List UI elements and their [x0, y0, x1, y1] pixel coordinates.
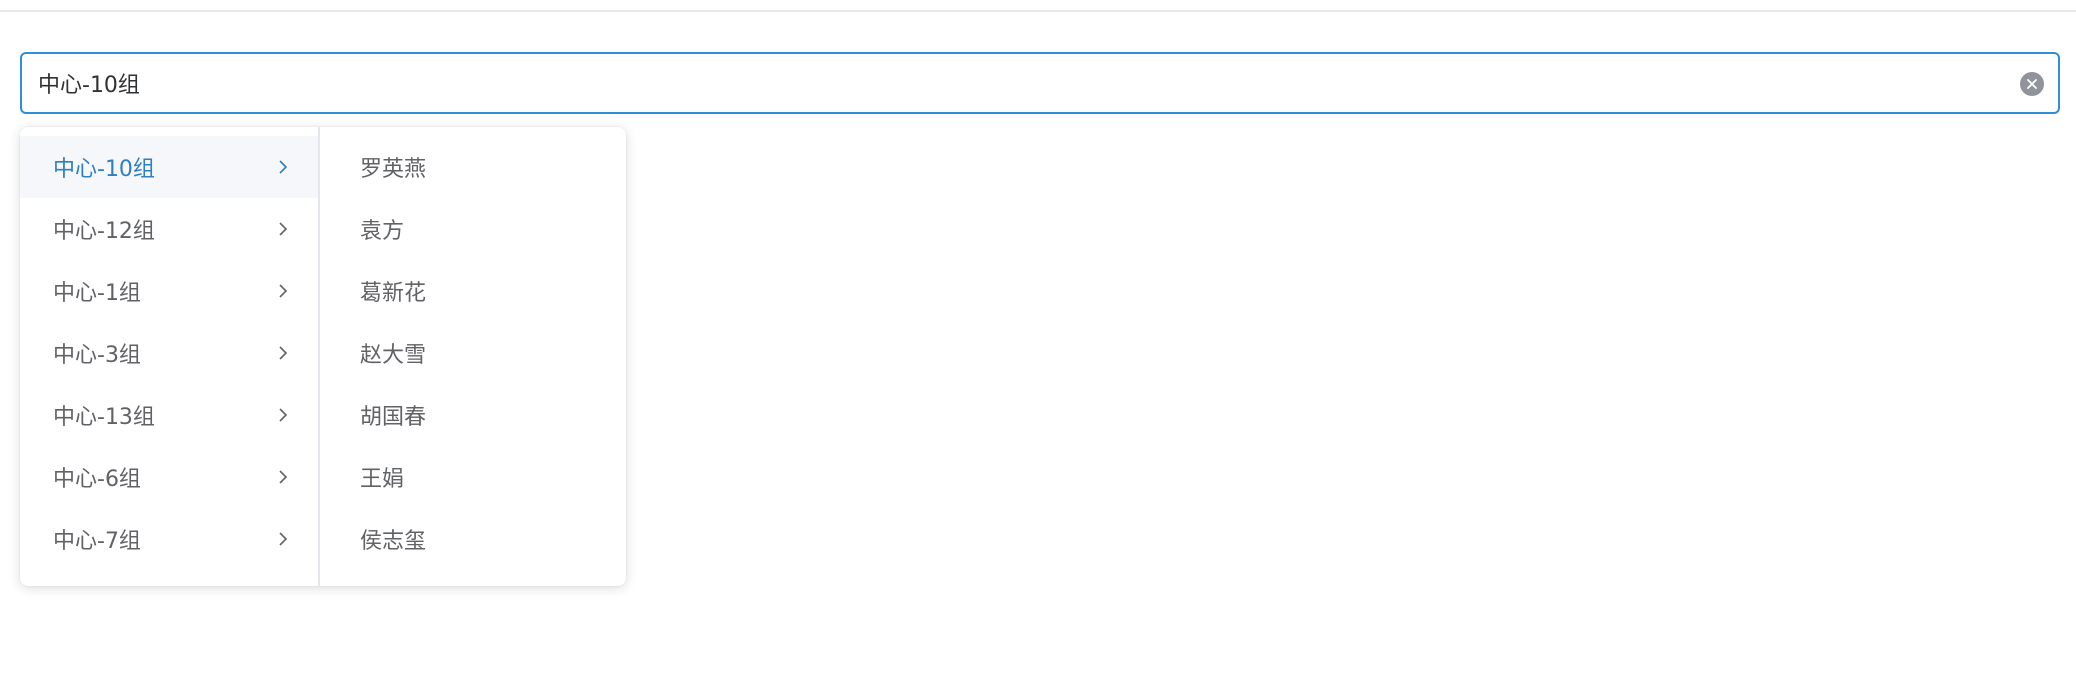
menu-item-label: 葛新花 [360, 281, 427, 306]
chevron-right-icon [278, 157, 290, 177]
menu-item-member[interactable]: 葛新花 [320, 260, 624, 322]
top-divider [0, 10, 2076, 12]
menu-item-member[interactable]: 赵大雪 [320, 322, 624, 384]
chevron-right-icon [278, 529, 290, 549]
menu-item-label: 中心-7组 [53, 529, 141, 554]
menu-item-label: 中心-10组 [53, 157, 155, 182]
menu-item-group-7[interactable]: 中心-7组 [20, 508, 318, 570]
menu-item-group-1[interactable]: 中心-1组 [20, 260, 318, 322]
clear-icon[interactable] [2020, 72, 2044, 96]
menu-item-label: 中心-13组 [53, 405, 155, 430]
cascader-input[interactable]: 中心-10组 [20, 52, 2060, 114]
member-menu: 罗英燕 袁方 葛新花 赵大雪 胡国春 王娟 侯志玺 [320, 127, 624, 586]
menu-item-label: 胡国春 [360, 405, 427, 430]
menu-item-member[interactable]: 袁方 [320, 198, 624, 260]
menu-item-group-12[interactable]: 中心-12组 [20, 198, 318, 260]
menu-item-label: 侯志玺 [360, 529, 427, 554]
menu-item-label: 罗英燕 [360, 157, 427, 182]
cascader-dropdown: 中心-10组 中心-12组 中心-1组 中心-3组 中心-13组 中心-6组 中… [20, 127, 626, 586]
menu-item-member[interactable]: 侯志玺 [320, 508, 624, 570]
chevron-right-icon [278, 281, 290, 301]
menu-item-label: 中心-6组 [53, 467, 141, 492]
group-menu: 中心-10组 中心-12组 中心-1组 中心-3组 中心-13组 中心-6组 中… [20, 127, 320, 586]
chevron-right-icon [278, 467, 290, 487]
menu-item-label: 王娟 [360, 467, 405, 492]
menu-item-label: 中心-12组 [53, 219, 155, 244]
menu-item-group-3[interactable]: 中心-3组 [20, 322, 318, 384]
chevron-right-icon [278, 343, 290, 363]
menu-item-member[interactable]: 罗英燕 [320, 136, 624, 198]
cascader-input-value[interactable]: 中心-10组 [38, 67, 2058, 99]
menu-item-label: 中心-3组 [53, 343, 141, 368]
chevron-right-icon [278, 219, 290, 239]
menu-item-label: 中心-1组 [53, 281, 141, 306]
menu-item-label: 袁方 [360, 219, 405, 244]
menu-item-group-6[interactable]: 中心-6组 [20, 446, 318, 508]
menu-item-group-13[interactable]: 中心-13组 [20, 384, 318, 446]
menu-item-member[interactable]: 王娟 [320, 446, 624, 508]
menu-item-label: 赵大雪 [360, 343, 427, 368]
menu-item-member[interactable]: 胡国春 [320, 384, 624, 446]
chevron-right-icon [278, 405, 290, 425]
menu-item-group-10[interactable]: 中心-10组 [20, 136, 318, 198]
